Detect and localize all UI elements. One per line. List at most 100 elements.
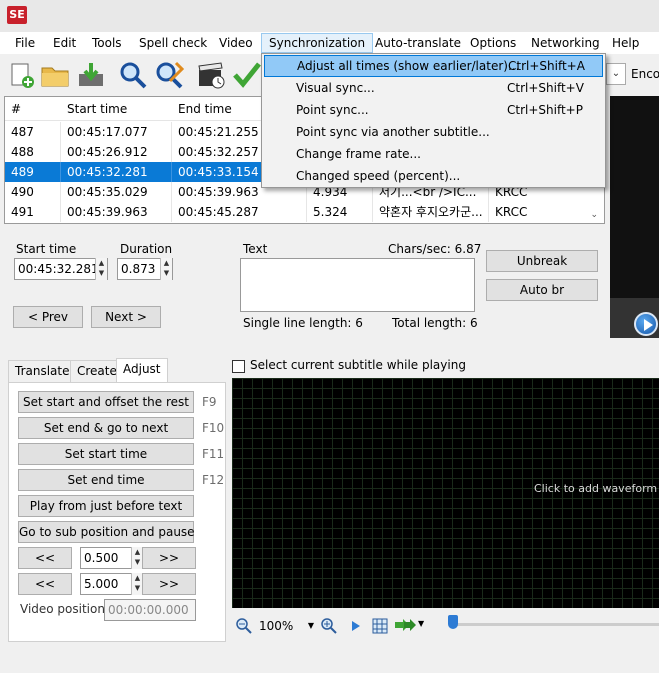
checkmark-icon[interactable] <box>232 60 262 90</box>
prev-button[interactable]: < Prev <box>13 306 83 328</box>
replace-icon[interactable] <box>154 60 185 90</box>
step-forward-large-button[interactable]: >> <box>142 573 196 595</box>
step-forward-small-button[interactable]: >> <box>142 547 196 569</box>
set-end-time-button[interactable]: Set end time <box>18 469 194 491</box>
menu-item-change-frame-rate[interactable]: Change frame rate... <box>264 143 603 165</box>
menu-bar: File Edit Tools Spell check Video Synchr… <box>0 32 659 54</box>
row-number: 487 <box>5 122 61 142</box>
total-length: Total length: 6 <box>392 316 478 330</box>
table-row[interactable]: 491 00:45:39.963 00:45:45.287 5.324 약혼자 … <box>5 202 604 222</box>
row-number: 489 <box>5 162 61 182</box>
zoom-in-icon[interactable] <box>321 618 337 637</box>
zoom-out-icon[interactable] <box>236 618 252 637</box>
shortcut-f10: F10 <box>202 421 225 435</box>
menu-options[interactable]: Options <box>463 33 523 53</box>
waveform-zoom-bar: 100% ▼ ▼ <box>232 612 659 640</box>
app-logo: SE <box>7 6 27 24</box>
video-clapper-icon[interactable] <box>196 60 226 90</box>
find-icon[interactable] <box>118 60 148 90</box>
set-start-time-button[interactable]: Set start time <box>18 443 194 465</box>
row-number: 490 <box>5 182 61 202</box>
chevron-down-icon: ▼ <box>307 621 314 630</box>
select-while-playing-checkbox[interactable] <box>232 360 245 373</box>
row-text: 약혼자 후지오카군... <box>373 202 489 222</box>
go-to-sub-position-button[interactable]: Go to sub position and pause <box>18 521 195 543</box>
waveform-area[interactable]: Click to add waveform <box>232 378 659 608</box>
menu-help[interactable]: Help <box>605 33 646 53</box>
row-duration: 5.324 <box>307 202 373 222</box>
column-header-start[interactable]: Start time <box>61 97 172 120</box>
row-start: 00:45:35.029 <box>61 182 172 202</box>
video-controls <box>610 298 659 338</box>
menu-edit[interactable]: Edit <box>46 33 83 53</box>
menu-item-point-sync-via-subtitle[interactable]: Point sync via another subtitle... <box>264 121 603 143</box>
duration-field[interactable]: 0.873 ▲ ▼ <box>117 258 173 280</box>
select-while-playing-label: Select current subtitle while playing <box>250 358 466 372</box>
menu-auto-translate[interactable]: Auto-translate <box>368 33 468 53</box>
text-label: Text <box>243 242 268 256</box>
unbreak-button[interactable]: Unbreak <box>486 250 598 272</box>
zoom-select[interactable]: 100% ▼ <box>256 616 316 636</box>
start-time-label: Start time <box>16 242 77 256</box>
menu-networking[interactable]: Networking <box>524 33 607 53</box>
menu-item-visual-sync[interactable]: Visual sync... Ctrl+Shift+V <box>264 77 603 99</box>
duration-spinner[interactable]: ▲ ▼ <box>160 258 172 280</box>
menu-item-adjust-all-times[interactable]: Adjust all times (show earlier/later)...… <box>264 55 603 77</box>
scroll-down-icon[interactable]: ⌄ <box>590 210 598 220</box>
video-position-label: Video position: <box>20 602 110 616</box>
menu-tools[interactable]: Tools <box>85 33 129 53</box>
shortcut-f12: F12 <box>202 473 225 487</box>
step-back-small-button[interactable]: << <box>18 547 72 569</box>
double-arrow-icon[interactable] <box>394 619 420 634</box>
adjust-tab-body: Set start and offset the rest F9 Set end… <box>8 382 226 642</box>
row-start: 00:45:39.963 <box>61 202 172 222</box>
column-header-number[interactable]: # <box>5 97 61 120</box>
encoding-label: Enco <box>631 67 659 81</box>
set-end-next-button[interactable]: Set end & go to next <box>18 417 194 439</box>
chars-per-sec: Chars/sec: 6.87 <box>388 242 482 256</box>
title-bar: SE <box>0 0 659 32</box>
duration-label: Duration <box>120 242 173 256</box>
play-icon[interactable] <box>634 312 658 336</box>
menu-spell-check[interactable]: Spell check <box>132 33 214 53</box>
tab-translate[interactable]: Translate <box>8 360 77 382</box>
large-step-field[interactable]: 5.000 ▲ ▼ <box>80 573 144 595</box>
subtitle-text-input[interactable] <box>240 258 475 312</box>
tab-adjust[interactable]: Adjust <box>116 358 168 382</box>
step-back-large-button[interactable]: << <box>18 573 72 595</box>
row-number: 491 <box>5 202 61 222</box>
row-start: 00:45:26.912 <box>61 142 172 162</box>
row-end: 00:45:45.287 <box>172 202 307 222</box>
waveform-position-thumb[interactable] <box>448 615 458 629</box>
shortcut-f11: F11 <box>202 447 225 461</box>
set-start-offset-button[interactable]: Set start and offset the rest <box>18 391 194 413</box>
new-file-icon[interactable] <box>6 60 36 90</box>
video-position-field[interactable]: 00:00:00.000 <box>104 599 196 621</box>
auto-br-button[interactable]: Auto br <box>486 279 598 301</box>
spectrogram-icon[interactable] <box>372 618 388 637</box>
row-number: 488 <box>5 142 61 162</box>
open-folder-icon[interactable] <box>40 60 70 90</box>
small-step-field[interactable]: 0.500 ▲ ▼ <box>80 547 144 569</box>
row-style: KRCC <box>495 205 528 219</box>
menu-synchronization[interactable]: Synchronization <box>261 33 374 53</box>
start-time-spinner[interactable]: ▲ ▼ <box>95 258 107 280</box>
play-triangle-icon[interactable] <box>351 620 361 635</box>
next-button[interactable]: Next > <box>91 306 161 328</box>
start-time-field[interactable]: 00:45:32.281 ▲ ▼ <box>14 258 108 280</box>
save-download-icon[interactable] <box>76 60 106 90</box>
chevron-down-icon[interactable]: ▼ <box>418 619 424 628</box>
chevron-down-icon[interactable]: ⌄ <box>606 63 626 85</box>
menu-item-point-sync[interactable]: Point sync... Ctrl+Shift+P <box>264 99 603 121</box>
menu-file[interactable]: File <box>8 33 42 53</box>
tools-tabs: Translate Create Adjust Set start and of… <box>4 358 226 642</box>
waveform-hint: Click to add waveform <box>534 482 658 495</box>
menu-item-change-speed[interactable]: Changed speed (percent)... <box>264 165 603 187</box>
play-before-text-button[interactable]: Play from just before text <box>18 495 194 517</box>
waveform-position-track[interactable] <box>454 623 659 626</box>
synchronization-menu: Adjust all times (show earlier/later)...… <box>261 53 606 188</box>
menu-video[interactable]: Video <box>212 33 260 53</box>
edit-panel: Start time 00:45:32.281 ▲ ▼ Duration 0.87… <box>4 232 605 340</box>
shortcut-f9: F9 <box>202 395 217 409</box>
row-start: 00:45:17.077 <box>61 122 172 142</box>
